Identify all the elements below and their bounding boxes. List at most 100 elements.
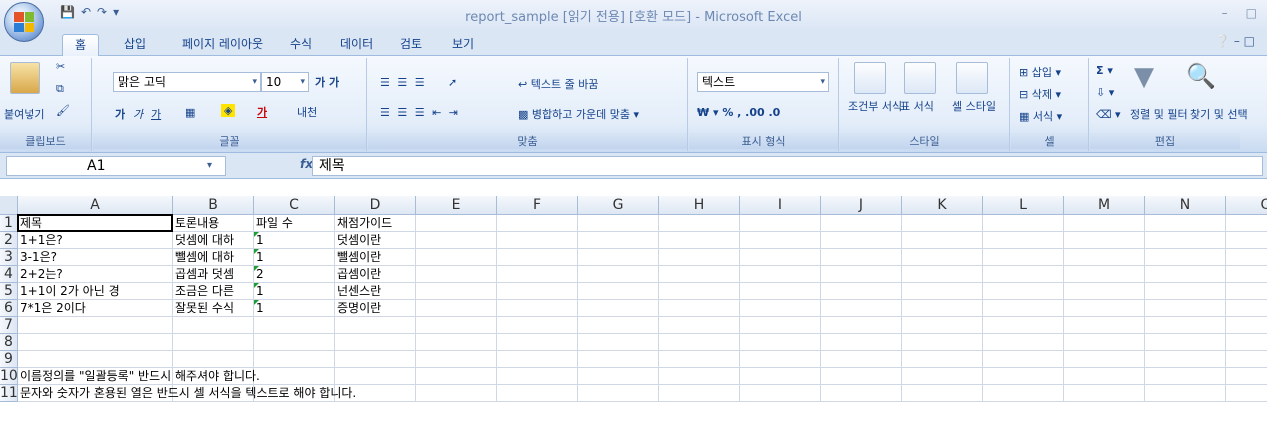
cell-k8[interactable] bbox=[902, 334, 983, 351]
cell-h6[interactable] bbox=[659, 300, 740, 317]
select-all-corner[interactable] bbox=[0, 196, 18, 215]
cell-d9[interactable] bbox=[335, 351, 416, 368]
cell-g3[interactable] bbox=[578, 249, 659, 266]
cell-b4[interactable]: 곱셈과 덧셈 bbox=[173, 266, 254, 283]
cell-m11[interactable] bbox=[1064, 385, 1145, 402]
row-header-8[interactable]: 8 bbox=[0, 334, 18, 351]
cell-a4[interactable]: 2+2는? bbox=[18, 266, 173, 283]
sort-filter-icon[interactable]: ▼ bbox=[1134, 62, 1154, 92]
cell-c9[interactable] bbox=[254, 351, 335, 368]
cell-c4[interactable]: 2 bbox=[254, 266, 335, 283]
tab-page-layout[interactable]: 페이지 레이아웃 bbox=[170, 34, 275, 56]
cell-i11[interactable] bbox=[740, 385, 821, 402]
column-header-c[interactable]: C bbox=[254, 196, 335, 215]
cell-k11[interactable] bbox=[902, 385, 983, 402]
cell-i4[interactable] bbox=[740, 266, 821, 283]
find-select-icon[interactable]: 🔍 bbox=[1186, 62, 1216, 90]
row-header-1[interactable]: 1 bbox=[0, 215, 18, 232]
cell-b7[interactable] bbox=[173, 317, 254, 334]
cell-e7[interactable] bbox=[416, 317, 497, 334]
cell-m9[interactable] bbox=[1064, 351, 1145, 368]
cell-c2[interactable]: 1 bbox=[254, 232, 335, 249]
cell-k9[interactable] bbox=[902, 351, 983, 368]
cell-d1[interactable]: 채점가이드 bbox=[335, 215, 416, 232]
column-header-g[interactable]: G bbox=[578, 196, 659, 215]
border-icon[interactable]: ▦ bbox=[185, 106, 195, 119]
cell-b6[interactable]: 잘못된 수식 bbox=[173, 300, 254, 317]
cell-m3[interactable] bbox=[1064, 249, 1145, 266]
formula-input[interactable]: 제목 bbox=[312, 156, 1263, 176]
cell-c10[interactable] bbox=[254, 368, 335, 385]
cell-c7[interactable] bbox=[254, 317, 335, 334]
cell-i8[interactable] bbox=[740, 334, 821, 351]
row-header-11[interactable]: 11 bbox=[0, 385, 18, 402]
cell-o2[interactable] bbox=[1226, 232, 1267, 249]
format-table-button[interactable]: 표 서식 bbox=[900, 98, 934, 114]
cell-l10[interactable] bbox=[983, 368, 1064, 385]
sort-filter-button[interactable]: 정렬 및 필터 bbox=[1130, 106, 1188, 122]
cell-a6[interactable]: 7*1은 2이다 bbox=[18, 300, 173, 317]
cell-n2[interactable] bbox=[1145, 232, 1226, 249]
paste-icon[interactable] bbox=[10, 62, 40, 94]
cell-l8[interactable] bbox=[983, 334, 1064, 351]
autosum-icon[interactable]: Σ ▾ bbox=[1096, 64, 1113, 77]
cell-e9[interactable] bbox=[416, 351, 497, 368]
font-size-combo[interactable]: 10 ▾ bbox=[261, 72, 309, 92]
cell-m7[interactable] bbox=[1064, 317, 1145, 334]
cell-i1[interactable] bbox=[740, 215, 821, 232]
italic-icon[interactable]: 가 bbox=[133, 106, 143, 122]
font-color-icon[interactable]: 가 bbox=[257, 104, 267, 120]
cell-b9[interactable] bbox=[173, 351, 254, 368]
column-header-h[interactable]: H bbox=[659, 196, 740, 215]
currency-icon[interactable]: ₩ ▾ % , .00 .0 bbox=[697, 106, 780, 119]
cell-f9[interactable] bbox=[497, 351, 578, 368]
cell-k10[interactable] bbox=[902, 368, 983, 385]
cell-l2[interactable] bbox=[983, 232, 1064, 249]
delete-cells-button[interactable]: ⊟ 삭제 ▾ bbox=[1019, 86, 1061, 102]
cell-m2[interactable] bbox=[1064, 232, 1145, 249]
cell-k7[interactable] bbox=[902, 317, 983, 334]
cell-h4[interactable] bbox=[659, 266, 740, 283]
cell-e1[interactable] bbox=[416, 215, 497, 232]
cell-n8[interactable] bbox=[1145, 334, 1226, 351]
cell-l3[interactable] bbox=[983, 249, 1064, 266]
vertical-align-icons[interactable]: ☰ ☰ ☰ bbox=[380, 76, 427, 89]
cell-o5[interactable] bbox=[1226, 283, 1267, 300]
horizontal-align-icons[interactable]: ☰ ☰ ☰ ⇤ ⇥ bbox=[380, 106, 460, 119]
copy-icon[interactable]: ⧉ bbox=[56, 82, 64, 96]
underline-icon[interactable]: 가 bbox=[151, 106, 161, 122]
bold-icon[interactable]: 가 bbox=[115, 106, 125, 122]
paste-button[interactable]: 붙여넣기 bbox=[4, 106, 44, 122]
number-format-combo[interactable]: 텍스트 ▾ bbox=[697, 72, 829, 92]
cell-d5[interactable]: 넌센스란 bbox=[335, 283, 416, 300]
cell-e11[interactable] bbox=[416, 385, 497, 402]
cell-a1[interactable]: 제목 bbox=[18, 215, 173, 232]
cell-j1[interactable] bbox=[821, 215, 902, 232]
cell-g4[interactable] bbox=[578, 266, 659, 283]
font-name-combo[interactable]: 맑은 고딕 ▾ bbox=[113, 72, 261, 92]
cell-n4[interactable] bbox=[1145, 266, 1226, 283]
cell-o9[interactable] bbox=[1226, 351, 1267, 368]
cell-o7[interactable] bbox=[1226, 317, 1267, 334]
column-header-n[interactable]: N bbox=[1145, 196, 1226, 215]
cell-n10[interactable] bbox=[1145, 368, 1226, 385]
cell-d7[interactable] bbox=[335, 317, 416, 334]
cell-o10[interactable] bbox=[1226, 368, 1267, 385]
cell-g8[interactable] bbox=[578, 334, 659, 351]
cell-a8[interactable] bbox=[18, 334, 173, 351]
cut-icon[interactable]: ✂ bbox=[56, 60, 65, 73]
cell-f5[interactable] bbox=[497, 283, 578, 300]
tab-home[interactable]: 홈 bbox=[62, 34, 100, 56]
row-header-6[interactable]: 6 bbox=[0, 300, 18, 317]
cell-n3[interactable] bbox=[1145, 249, 1226, 266]
cell-n9[interactable] bbox=[1145, 351, 1226, 368]
cell-k2[interactable] bbox=[902, 232, 983, 249]
column-header-e[interactable]: E bbox=[416, 196, 497, 215]
row-header-9[interactable]: 9 bbox=[0, 351, 18, 368]
cell-f1[interactable] bbox=[497, 215, 578, 232]
column-header-m[interactable]: M bbox=[1064, 196, 1145, 215]
cell-d2[interactable]: 덧셈이란 bbox=[335, 232, 416, 249]
office-button[interactable] bbox=[4, 2, 44, 42]
format-painter-icon[interactable]: 🖌 bbox=[56, 104, 70, 117]
cell-g7[interactable] bbox=[578, 317, 659, 334]
